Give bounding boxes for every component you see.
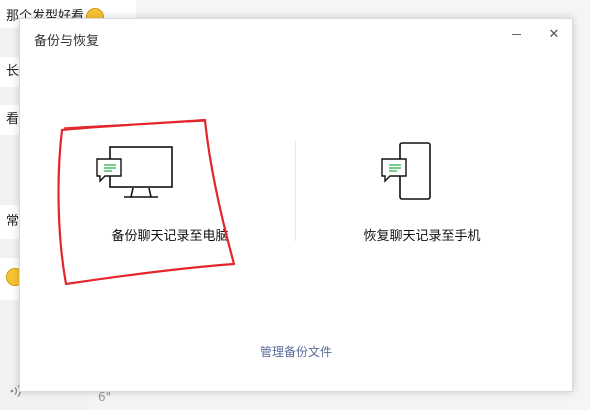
backup-restore-dialog: 备份与恢复 ✕ 备份聊天记录至电脑 恢复聊天记录至手机 管理备份文件 (19, 18, 573, 392)
restore-to-phone-button[interactable]: 恢复聊天记录至手机 (302, 137, 542, 247)
chat-message-text: 看 (6, 112, 20, 127)
options-divider (295, 141, 296, 241)
chat-message-text: 常 (6, 214, 20, 229)
monitor-chat-icon (96, 146, 173, 198)
backup-to-pc-label: 备份聊天记录至电脑 (111, 229, 229, 244)
dialog-title: 备份与恢复 (34, 34, 100, 49)
minimize-icon (511, 34, 521, 35)
close-button[interactable]: ✕ (544, 25, 564, 45)
close-icon: ✕ (548, 27, 560, 42)
backup-to-pc-button[interactable]: 备份聊天记录至电脑 (50, 137, 290, 247)
chat-message-text: 长 (6, 64, 20, 79)
phone-chat-icon (381, 142, 431, 200)
restore-to-phone-label: 恢复聊天记录至手机 (363, 229, 481, 244)
manage-backup-files-link[interactable]: 管理备份文件 (20, 343, 572, 360)
voice-duration: 6" (98, 390, 112, 404)
minimize-button[interactable] (506, 25, 526, 45)
